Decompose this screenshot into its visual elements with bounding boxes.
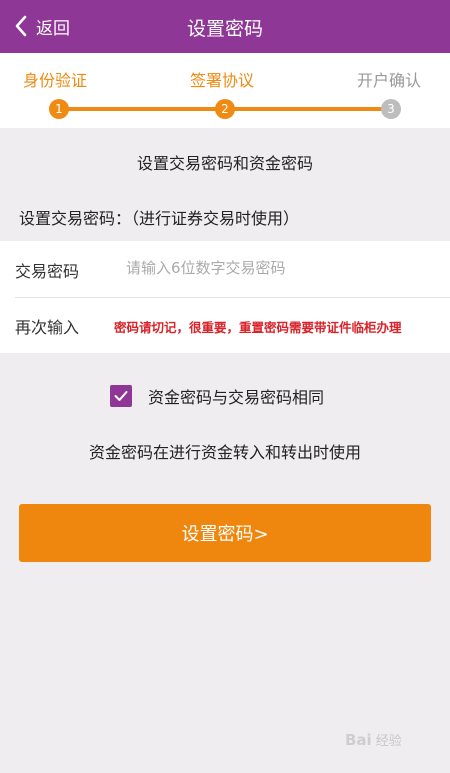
- step-label-confirm: 开户确认: [357, 71, 422, 90]
- section-subtitle: 设置交易密码：（进行证券交易时使用）: [19, 209, 300, 228]
- baidu-logo: Bai: [345, 730, 372, 749]
- password-input[interactable]: [126, 253, 426, 283]
- step-dot-1: 1: [49, 99, 69, 119]
- section-title: 设置交易密码和资金密码: [136, 154, 313, 173]
- confirm-label: 再次输入: [15, 318, 80, 337]
- fund-password-note: 资金密码在进行资金转入和转出时使用: [88, 443, 361, 462]
- page-title: 设置密码: [186, 18, 263, 40]
- same-password-option[interactable]: 资金密码与交易密码相同: [110, 384, 324, 408]
- same-password-label: 资金密码与交易密码相同: [148, 388, 325, 407]
- check-icon: [114, 387, 128, 406]
- watermark-text: 经验: [375, 734, 402, 749]
- step-dot-3: 3: [381, 99, 401, 119]
- password-warning: 密码请切记，很重要，重置密码需要带证件临柜办理: [114, 320, 402, 335]
- step-label-identity: 身份验证: [23, 71, 88, 90]
- confirm-row: 再次输入 密码请切记，很重要，重置密码需要带证件临柜办理: [0, 297, 450, 353]
- step-dot-2: 2: [215, 99, 235, 119]
- password-label: 交易密码: [15, 262, 80, 281]
- watermark: Bai 经验: [345, 730, 402, 750]
- password-row: 交易密码: [0, 241, 450, 297]
- step-label-agreement: 签署协议: [190, 71, 255, 90]
- header-bar: 返回 设置密码: [0, 0, 450, 53]
- set-password-button[interactable]: 设置密码>: [19, 504, 431, 562]
- same-password-checkbox[interactable]: [110, 385, 132, 407]
- password-form: 交易密码 再次输入 密码请切记，很重要，重置密码需要带证件临柜办理: [0, 241, 450, 353]
